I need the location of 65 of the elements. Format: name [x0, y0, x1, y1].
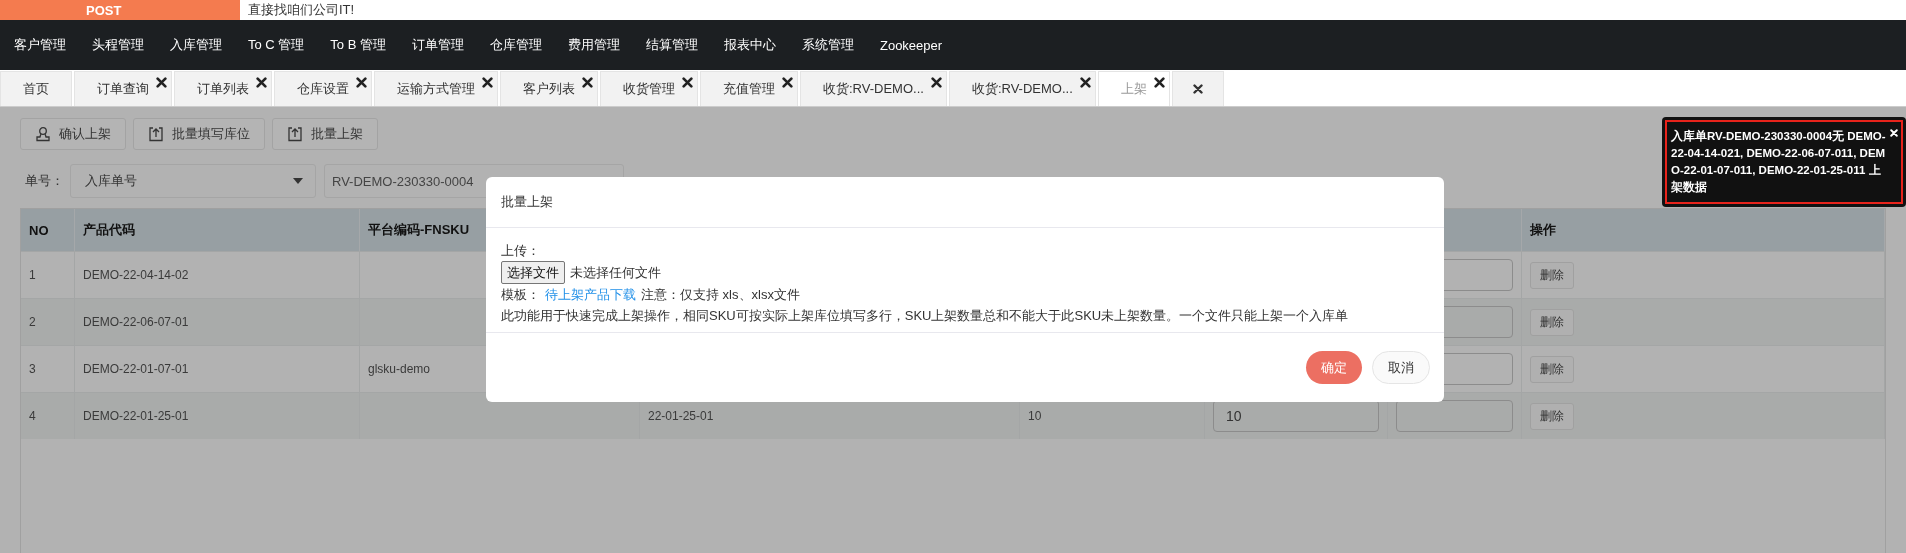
close-icon[interactable]: [782, 77, 793, 88]
file-status-text: 未选择任何文件: [570, 264, 661, 282]
tab[interactable]: 仓库设置: [274, 71, 372, 106]
close-icon[interactable]: [1153, 77, 1165, 88]
delete-button[interactable]: 删除: [1530, 355, 1574, 383]
logo: POST: [0, 0, 240, 20]
nav-menu-item[interactable]: 入库管理: [157, 36, 235, 54]
nav-menu-item[interactable]: 费用管理: [554, 36, 633, 54]
slogan-text: 直接找咱们公司IT!: [248, 1, 355, 19]
close-icon[interactable]: [1079, 77, 1091, 88]
upload-icon: [148, 126, 164, 142]
table-cell: 4: [21, 392, 75, 439]
choose-file-button[interactable]: 选择文件: [501, 261, 565, 284]
tab[interactable]: 订单列表: [174, 71, 272, 106]
nav-menu-item[interactable]: 结算管理: [632, 36, 711, 54]
tab[interactable]: 订单查询: [74, 71, 172, 106]
nav-menu-item[interactable]: 客户管理: [0, 36, 79, 54]
tab[interactable]: 收货:RV-DEMO...: [800, 71, 947, 106]
nav-menu-item[interactable]: 仓库管理: [476, 36, 555, 54]
close-icon[interactable]: [156, 77, 167, 88]
tab[interactable]: 运输方式管理: [374, 71, 498, 106]
tab[interactable]: 首页: [0, 71, 72, 106]
cancel-button[interactable]: 取消: [1372, 351, 1430, 384]
nav-menu-item[interactable]: 订单管理: [398, 36, 477, 54]
upload-icon: [287, 126, 303, 142]
delete-button[interactable]: 删除: [1530, 402, 1574, 430]
delete-button[interactable]: 删除: [1530, 261, 1574, 289]
close-icon[interactable]: [1192, 84, 1203, 94]
person-icon: [35, 126, 51, 142]
table-cell: DEMO-22-01-25-01: [75, 392, 360, 439]
type-select[interactable]: 入库单号: [70, 164, 316, 198]
tab[interactable]: 收货管理: [600, 71, 698, 106]
nav-menu-item[interactable]: To B 管理: [317, 36, 399, 54]
dialog-title: 批量上架: [486, 177, 1444, 228]
toolbar-button[interactable]: 确认上架: [20, 118, 126, 150]
close-icon[interactable]: [256, 77, 267, 88]
filter-label: 单号：: [24, 172, 65, 190]
close-icon[interactable]: [582, 77, 593, 88]
nav-menu-item[interactable]: 报表中心: [710, 36, 789, 54]
tab[interactable]: 收货:RV-DEMO...: [948, 71, 1096, 106]
nav-menu-item[interactable]: 系统管理: [788, 36, 867, 54]
tab[interactable]: 客户列表: [500, 71, 598, 106]
table-cell: DEMO-22-06-07-01: [75, 298, 360, 345]
toolbar-button[interactable]: 批量填写库位: [133, 118, 265, 150]
caret-icon: [293, 178, 303, 184]
tooltip-message: 入库单RV-DEMO-230330-0004无 DEMO-22-04-14-021, DEMO-22-06-07-011, DEMO-22-01-07-011, DEMO-22-01-25-011 上架数据: [1671, 128, 1887, 195]
close-icon[interactable]: [682, 77, 693, 88]
column-header: NO: [21, 209, 75, 251]
close-icon[interactable]: [930, 77, 942, 88]
toolbar-button[interactable]: 批量上架: [272, 118, 378, 150]
close-icon[interactable]: [482, 77, 493, 88]
description-text: 此功能用于快速完成上架操作，相同SKU可按实际上架库位填写多行，SKU上架数量总和不能大于此SKU未上架数量。一个文件只能上架一个入库单: [501, 307, 1350, 325]
note-text: 注意：仅支持 xls、xlsx文件: [641, 286, 800, 304]
nav-menu-item[interactable]: 头程管理: [79, 36, 157, 54]
close-icon[interactable]: [356, 77, 367, 88]
column-header: 操作: [1522, 209, 1885, 251]
template-download-link[interactable]: 待上架产品下载: [545, 284, 636, 305]
column-header: 产品代码: [75, 209, 360, 251]
nav-menu-item[interactable]: Zookeeper: [866, 37, 956, 53]
table-cell: 2: [21, 298, 75, 345]
nav-menu-item[interactable]: To C 管理: [235, 36, 318, 54]
template-label: 模板：: [501, 286, 540, 304]
close-all-tab[interactable]: [1171, 71, 1224, 106]
delete-button[interactable]: 删除: [1530, 308, 1574, 336]
tab[interactable]: 充值管理: [700, 71, 798, 106]
